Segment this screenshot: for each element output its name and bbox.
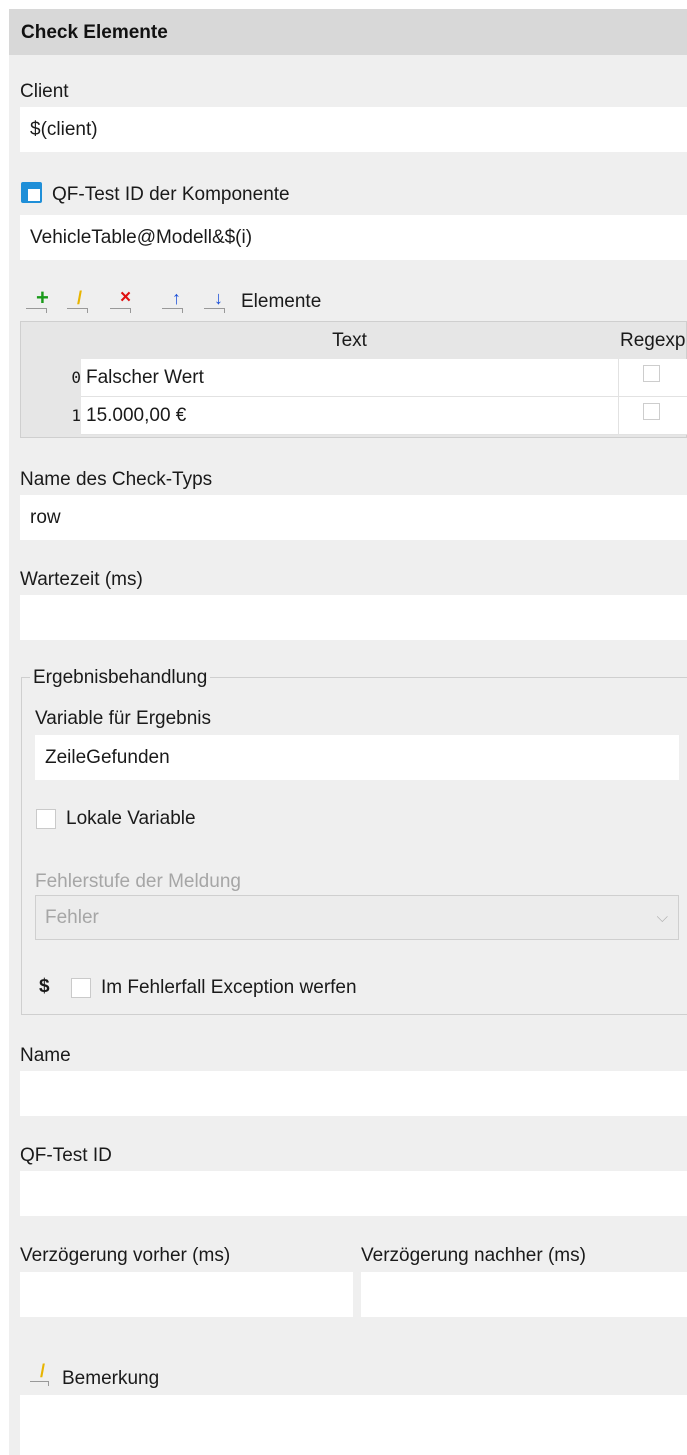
- move-down-button[interactable]: ↓: [204, 288, 232, 313]
- arrow-up-icon: ↑: [172, 288, 181, 308]
- edit-row-button[interactable]: /: [67, 288, 95, 313]
- regexp-checkbox[interactable]: [643, 403, 660, 420]
- error-level-value: Fehler: [45, 907, 99, 928]
- comment-label: Bemerkung: [62, 1368, 160, 1389]
- delay-before-label: Verzögerung vorher (ms): [20, 1245, 231, 1266]
- table-cell-text[interactable]: Falscher Wert: [81, 359, 618, 397]
- check-elements-panel: Check Elemente Client $(client) QF-Test …: [9, 9, 687, 1455]
- table-cell-regexp[interactable]: [618, 359, 687, 397]
- pencil-icon: /: [30, 1361, 52, 1387]
- column-header-regexp[interactable]: Regexp: [618, 322, 687, 360]
- pencil-glyph: /: [40, 1361, 46, 1381]
- delete-row-button[interactable]: ×: [110, 287, 138, 313]
- name-label: Name: [20, 1045, 71, 1066]
- result-variable-label: Variable für Ergebnis: [35, 708, 212, 729]
- component-label: QF-Test ID der Komponente: [52, 184, 290, 205]
- exception-label: Im Fehlerfall Exception werfen: [101, 977, 357, 998]
- plus-icon: +: [36, 285, 49, 310]
- move-up-button[interactable]: ↑: [162, 288, 190, 313]
- name-field[interactable]: [20, 1071, 687, 1116]
- table-cell-regexp[interactable]: [618, 397, 687, 435]
- component-icon: [21, 182, 42, 203]
- exception-checkbox[interactable]: [71, 978, 91, 998]
- elements-table[interactable]: Text Regexp 0 Falscher Wert 1 15.000,00 …: [20, 321, 687, 438]
- row-index: 1: [71, 406, 81, 425]
- check-type-label: Name des Check-Typs: [20, 469, 213, 490]
- column-header-text[interactable]: Text: [81, 322, 618, 360]
- result-variable-field[interactable]: ZeileGefunden: [35, 735, 679, 780]
- delay-after-label: Verzögerung nachher (ms): [361, 1245, 586, 1266]
- variable-indicator: $: [39, 976, 50, 997]
- delay-before-field[interactable]: [20, 1272, 353, 1317]
- add-row-button[interactable]: +: [26, 285, 54, 313]
- qftest-id-field[interactable]: [20, 1171, 687, 1216]
- component-id-field[interactable]: VehicleTable@Modell&$(i): [20, 215, 687, 260]
- qftest-id-label: QF-Test ID: [20, 1145, 112, 1166]
- local-variable-checkbox[interactable]: [36, 809, 56, 829]
- elements-label: Elemente: [241, 291, 322, 312]
- error-level-label: Fehlerstufe der Meldung: [35, 871, 241, 892]
- error-level-select[interactable]: Fehler ⌵: [35, 895, 679, 940]
- client-field[interactable]: $(client): [20, 107, 687, 152]
- local-variable-label: Lokale Variable: [66, 808, 196, 829]
- client-label: Client: [20, 81, 69, 102]
- delete-icon: ×: [120, 287, 132, 308]
- arrow-down-icon: ↓: [214, 288, 223, 308]
- wait-time-field[interactable]: [20, 595, 687, 640]
- panel-title: Check Elemente: [21, 22, 168, 43]
- comment-field[interactable]: [20, 1395, 687, 1455]
- regexp-checkbox[interactable]: [643, 365, 660, 382]
- check-type-field[interactable]: row: [20, 495, 687, 540]
- chevron-down-icon: ⌵: [656, 909, 668, 926]
- table-cell-text[interactable]: 15.000,00 €: [81, 397, 618, 435]
- row-index: 0: [71, 368, 81, 387]
- delay-after-field[interactable]: [361, 1272, 687, 1317]
- panel-header: Check Elemente: [9, 9, 687, 55]
- wait-time-label: Wartezeit (ms): [20, 569, 143, 590]
- pencil-icon: /: [77, 288, 83, 308]
- result-handling-title: Ergebnisbehandlung: [30, 667, 211, 689]
